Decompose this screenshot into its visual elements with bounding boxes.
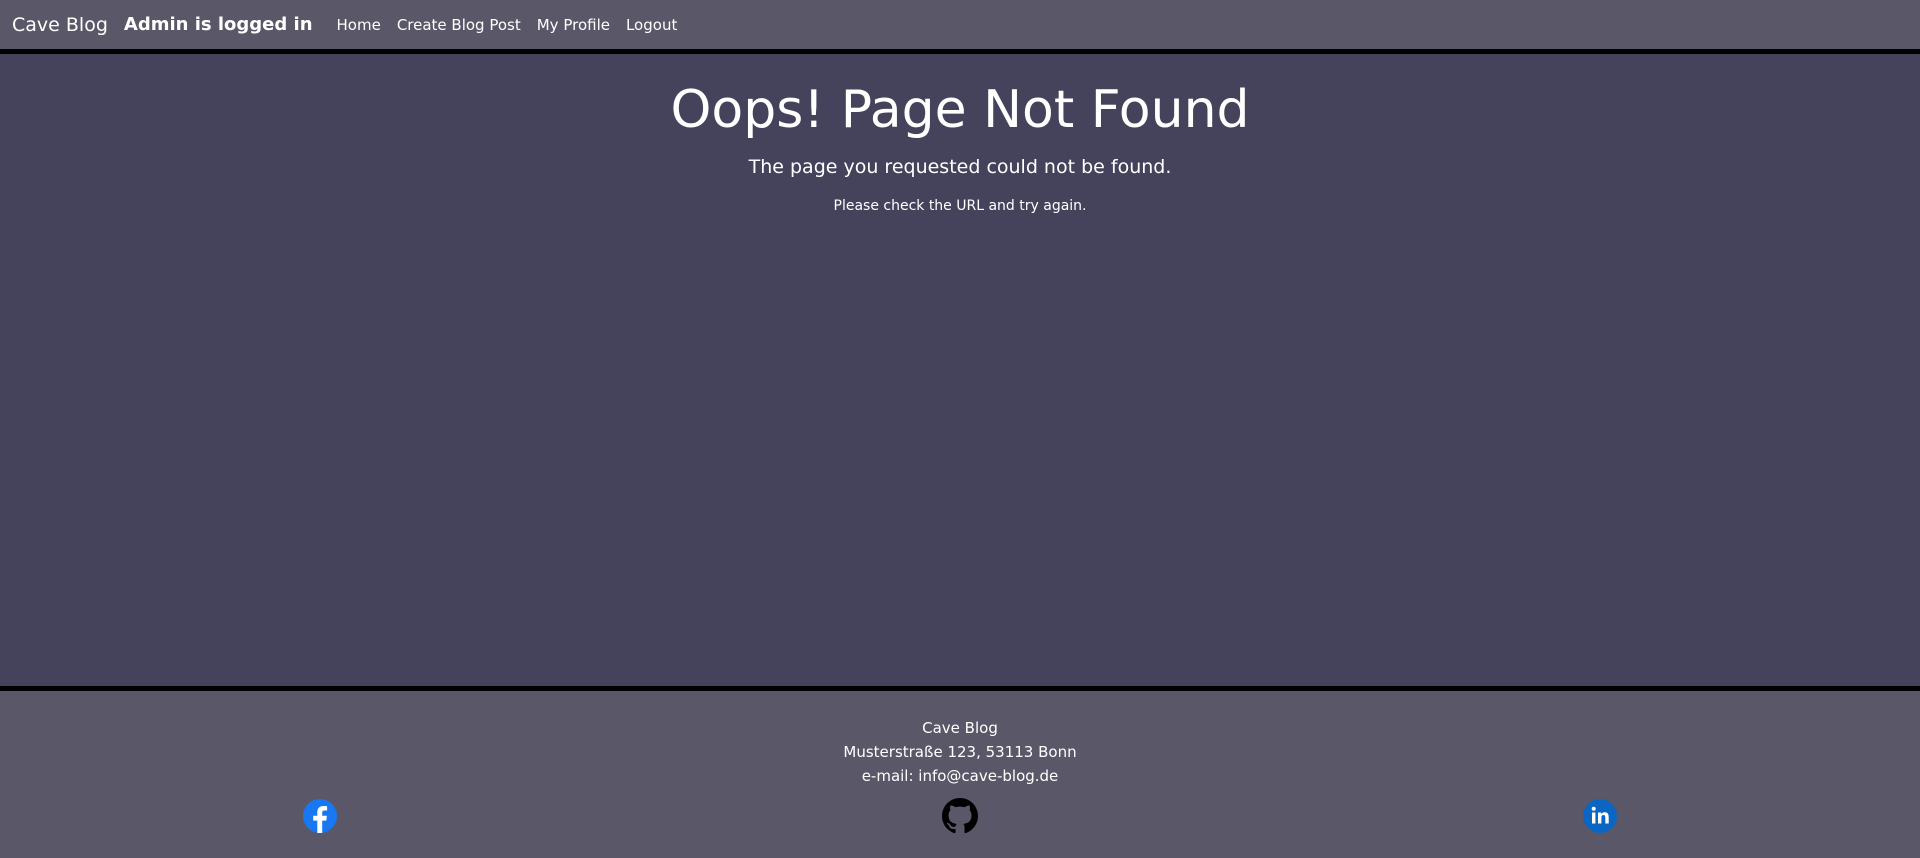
nav-my-profile-link[interactable]: My Profile [537,16,610,34]
linkedin-icon [1583,799,1617,833]
social-links [0,798,1920,838]
github-link[interactable] [942,798,978,834]
nav-home-link[interactable]: Home [337,16,381,34]
main-content: Oops! Page Not Found The page you reques… [0,54,1920,691]
login-status: Admin is logged in [123,14,313,35]
brand-link[interactable]: Cave Blog [12,14,108,36]
nav-create-blog-post-link[interactable]: Create Blog Post [397,16,521,34]
error-message: The page you requested could not be foun… [748,156,1172,178]
footer: Cave Blog Musterstraße 123, 53113 Bonn e… [0,691,1920,853]
facebook-icon [303,799,337,833]
github-icon [942,798,978,834]
navbar: Cave Blog Admin is logged in Home Create… [0,0,1920,54]
footer-address: Musterstraße 123, 53113 Bonn [843,743,1077,761]
page-title: Oops! Page Not Found [670,80,1250,140]
nav-logout-link[interactable]: Logout [626,16,677,34]
footer-name: Cave Blog [922,719,998,737]
linkedin-link[interactable] [1582,798,1618,834]
facebook-link[interactable] [302,798,338,834]
footer-email: e-mail: info@cave-blog.de [861,767,1059,785]
error-hint: Please check the URL and try again. [833,198,1087,214]
nav-links: Home Create Blog Post My Profile Logout [337,16,678,34]
